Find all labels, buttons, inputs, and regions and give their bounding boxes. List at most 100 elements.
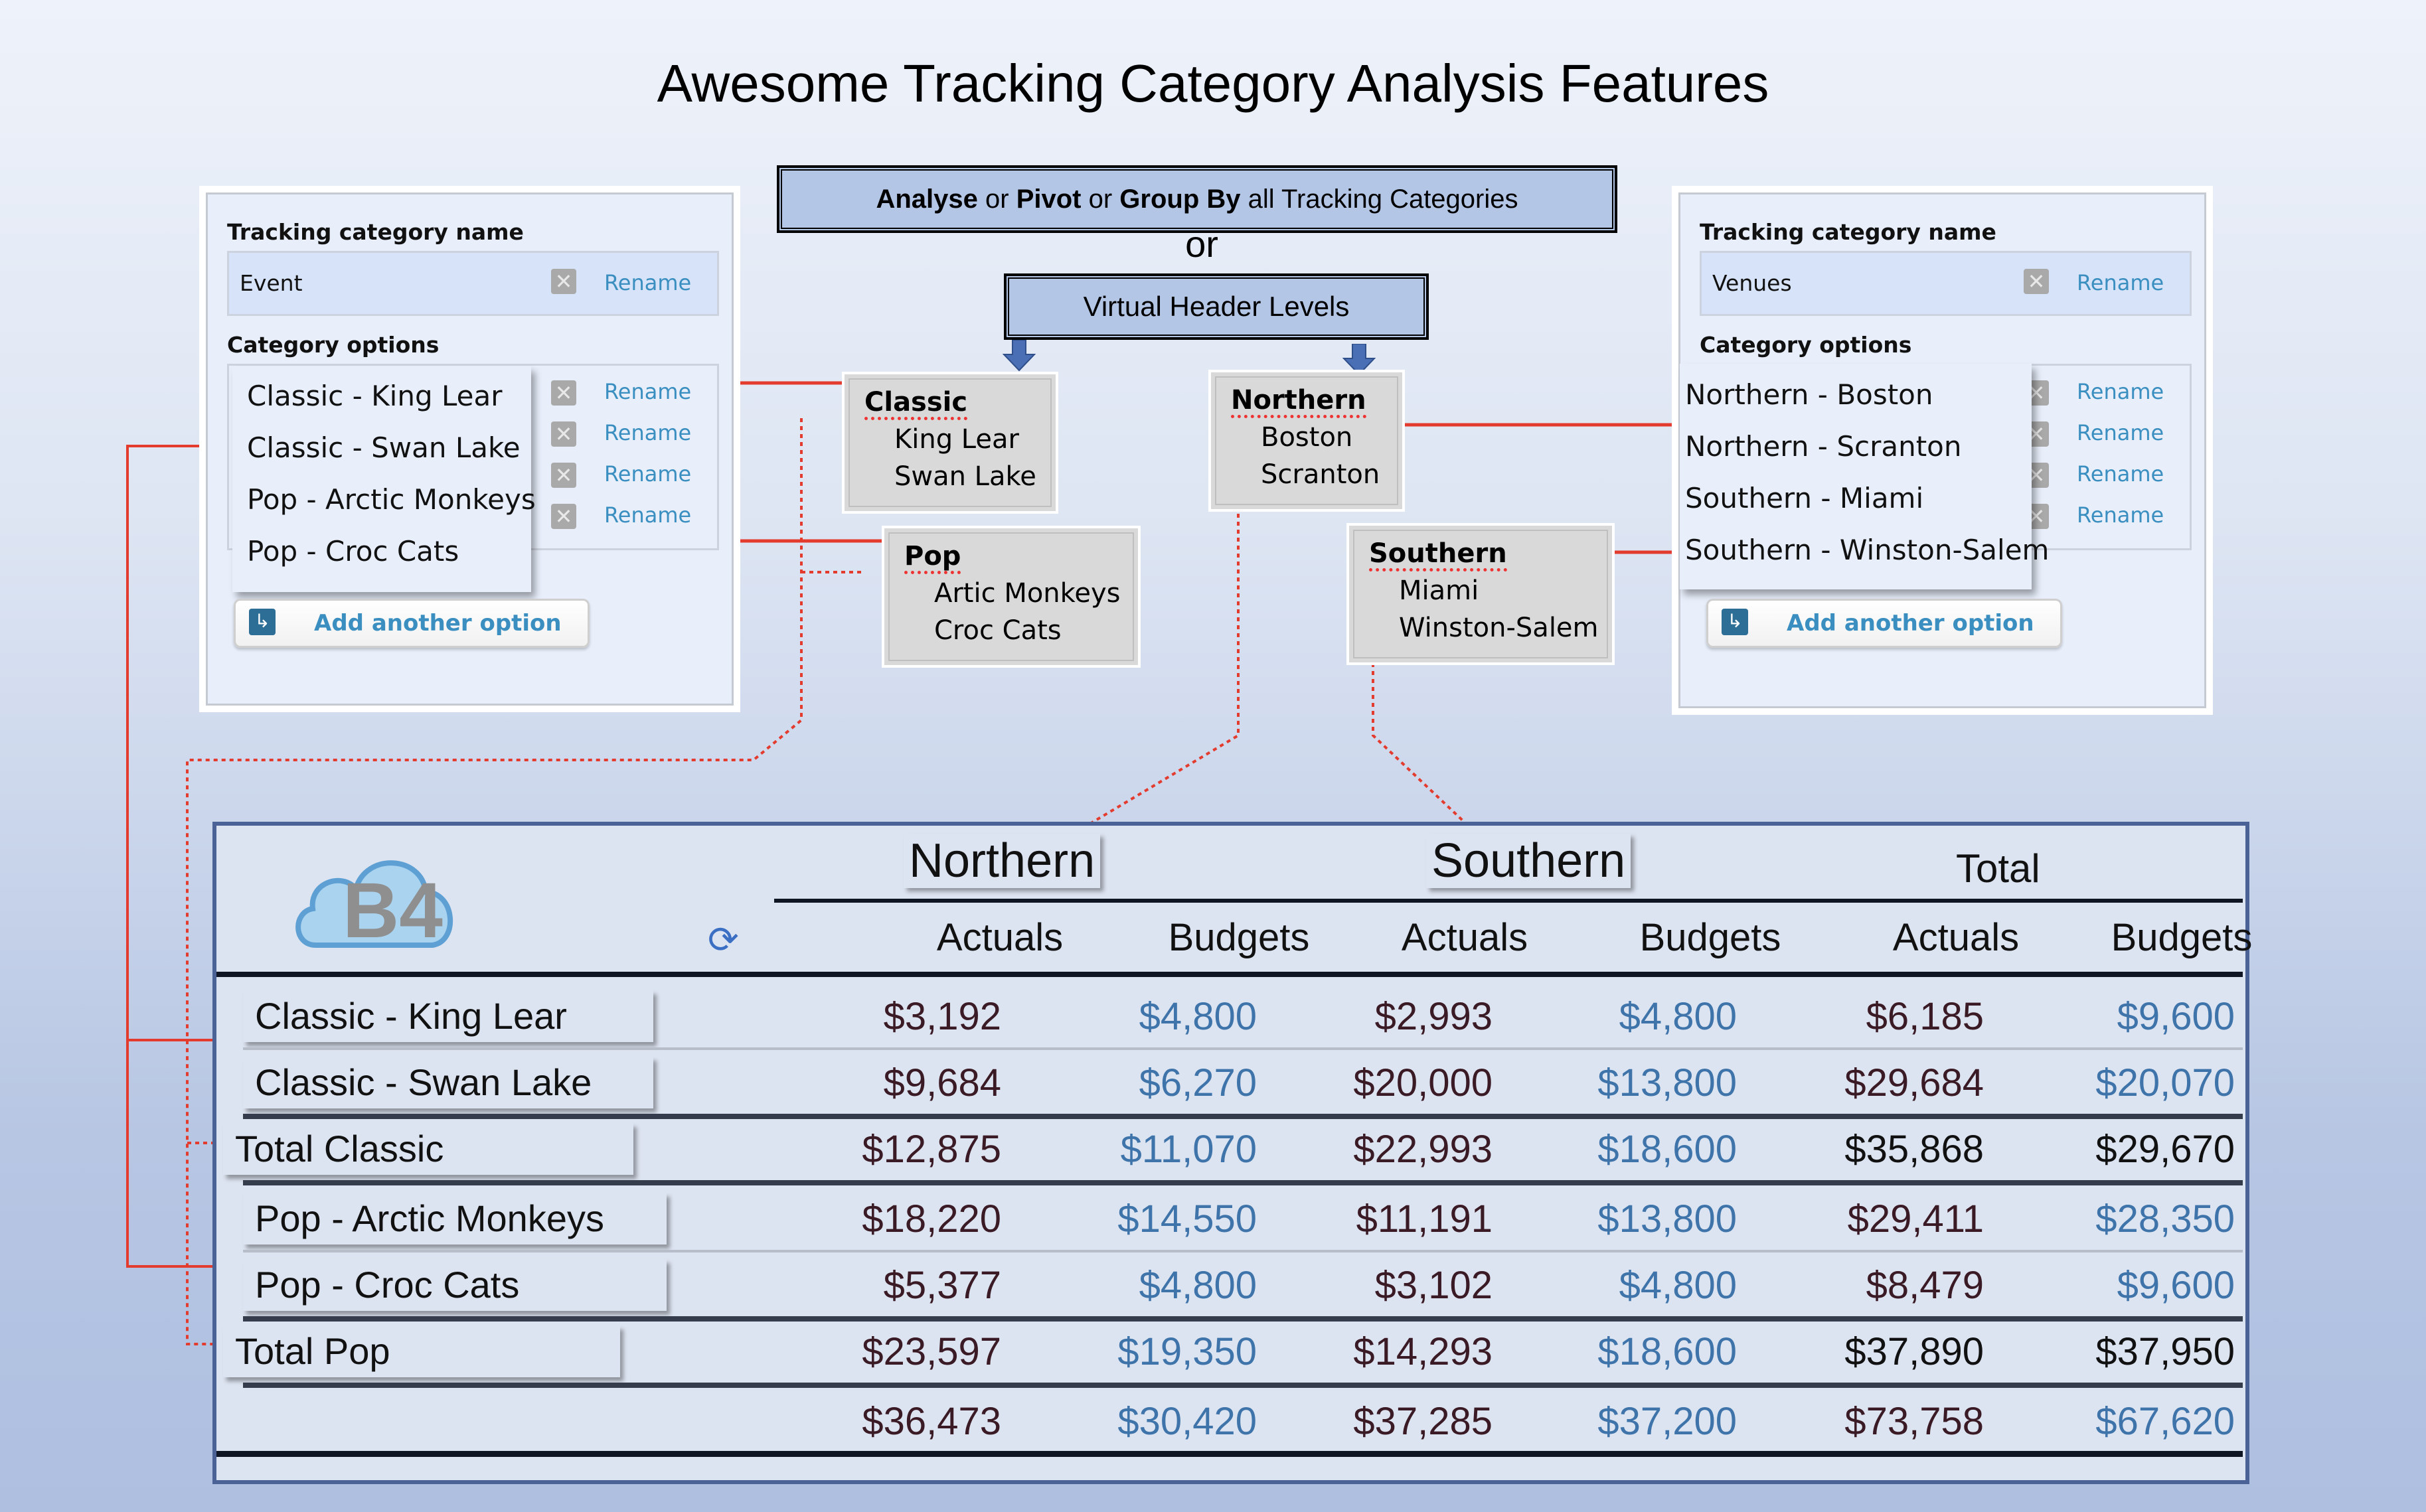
budget-cell: $37,200 [1597, 1400, 1737, 1443]
rename-option-link[interactable]: Rename [2077, 461, 2164, 487]
row-label[interactable]: Classic - King Lear [243, 990, 653, 1042]
rename-option-link[interactable]: Rename [604, 379, 691, 404]
rename-option-link[interactable]: Rename [604, 420, 691, 445]
actual-cell: $37,285 [1353, 1400, 1493, 1443]
budget-cell: $9,600 [2117, 1264, 2235, 1307]
analyse-keyword: Analyse [876, 185, 978, 214]
divider [774, 899, 2243, 903]
divider [216, 972, 2243, 977]
add-option-button[interactable]: ↳ Add another option [1706, 599, 2062, 648]
subtotal-row: Total Pop $23,597 $19,350 $14,293 $18,600 $37… [216, 1320, 2243, 1381]
actual-cell: $22,993 [1353, 1128, 1493, 1171]
tracking-name-label: Tracking category name [227, 219, 524, 245]
row-divider [243, 1250, 2243, 1252]
budget-cell: $18,600 [1597, 1330, 1737, 1373]
row-label[interactable]: Total Classic [223, 1123, 633, 1175]
tracking-name-field[interactable]: Event ✕ Rename [227, 251, 719, 316]
rename-option-link[interactable]: Rename [604, 461, 691, 487]
actual-cell: $35,868 [1844, 1128, 1984, 1171]
logo-text: B4 [343, 867, 443, 954]
actual-cell: $8,479 [1866, 1264, 1984, 1307]
budget-cell: $6,270 [1139, 1061, 1257, 1104]
budget-cell: $19,350 [1117, 1330, 1257, 1373]
left-tracking-panel: Tracking category name Event ✕ Rename Ca… [199, 186, 740, 712]
b4-logo-icon: B4 [295, 860, 453, 954]
table-row: Pop - Croc Cats $5,377 $4,800 $3,102 $4,800 $… [216, 1254, 2243, 1315]
row-divider [243, 1180, 2243, 1185]
option-item[interactable]: Southern - Winston-Salem [1685, 534, 2049, 566]
delete-option-icon[interactable]: ✕ [551, 504, 576, 529]
add-option-button[interactable]: ↳ Add another option [234, 599, 590, 648]
group-item: Swan Lake [894, 461, 1036, 492]
category-options-label: Category options [1700, 332, 1912, 358]
down-arrow-icon [1003, 340, 1036, 372]
budget-cell: $18,600 [1597, 1128, 1737, 1171]
tracking-name-value: Venues [1712, 270, 1792, 296]
or-label: or [1185, 223, 1218, 265]
option-item[interactable]: Classic - Swan Lake [247, 431, 521, 464]
actual-cell: $36,473 [862, 1400, 1001, 1443]
options-dropdown: Classic - King Lear Classic - Swan Lake … [232, 366, 536, 592]
option-item[interactable]: Pop - Croc Cats [247, 535, 459, 567]
header-southern: Southern [1426, 834, 1631, 888]
option-item[interactable]: Pop - Arctic Monkeys [247, 483, 536, 516]
column-header-actuals: Actuals [1892, 916, 2020, 959]
group-item: Scranton [1261, 459, 1380, 490]
actual-cell: $37,890 [1844, 1330, 1984, 1373]
delete-option-icon[interactable]: ✕ [551, 421, 576, 447]
budget-cell: $28,350 [2095, 1197, 2235, 1241]
clear-icon[interactable]: ✕ [551, 269, 576, 294]
group-box-southern: Southern Miami Winston-Salem [1346, 523, 1615, 665]
rename-option-link[interactable]: Rename [2077, 379, 2164, 404]
options-dropdown: Northern - Boston Northern - Scranton So… [1680, 364, 2049, 589]
budget-cell: $20,070 [2095, 1061, 2235, 1104]
actual-cell: $6,185 [1866, 995, 1984, 1038]
category-options-label: Category options [227, 332, 440, 358]
delete-option-icon[interactable]: ✕ [551, 380, 576, 406]
group-heading: Southern [1369, 539, 1507, 571]
header-northern: Northern [904, 834, 1101, 888]
budget-cell: $4,800 [1619, 995, 1737, 1038]
group-heading: Pop [904, 542, 961, 574]
rename-link[interactable]: Rename [2077, 270, 2164, 295]
budget-cell: $4,800 [1139, 995, 1257, 1038]
rename-link[interactable]: Rename [604, 270, 691, 295]
analyse-text: all Tracking Categories [1240, 185, 1518, 214]
grand-total-row: $36,473 $30,420 $37,285 $37,200 $73,758 $67,6… [216, 1390, 2243, 1451]
group-item: Artic Monkeys [934, 578, 1121, 609]
rename-option-link[interactable]: Rename [2077, 502, 2164, 528]
group-item: Croc Cats [934, 615, 1062, 646]
analyse-text: or [1081, 185, 1120, 214]
row-label[interactable]: Pop - Arctic Monkeys [243, 1193, 667, 1245]
report-table: B4 ⟳ Northern Southern Total Actuals Budg… [212, 822, 2252, 1484]
group-item: King Lear [894, 424, 1019, 455]
rename-option-link[interactable]: Rename [2077, 420, 2164, 445]
actual-cell: $2,993 [1374, 995, 1493, 1038]
row-label[interactable]: Total Pop [223, 1325, 620, 1377]
option-item[interactable]: Northern - Scranton [1685, 430, 1961, 463]
page-title: Awesome Tracking Category Analysis Featu… [657, 54, 1769, 113]
analyse-text: or [977, 185, 1016, 214]
group-box-northern: Northern Boston Scranton [1208, 370, 1405, 512]
column-header-actuals: Actuals [936, 916, 1064, 959]
row-label[interactable]: Classic - Swan Lake [243, 1057, 653, 1108]
refresh-icon[interactable]: ⟳ [708, 919, 739, 962]
row-label[interactable]: Pop - Croc Cats [243, 1259, 667, 1311]
group-item: Miami [1399, 575, 1479, 606]
group-heading: Northern [1231, 386, 1366, 418]
option-item[interactable]: Classic - King Lear [247, 380, 502, 412]
add-arrow-icon: ↳ [1722, 609, 1748, 635]
delete-option-icon[interactable]: ✕ [551, 463, 576, 488]
group-box-classic: Classic King Lear Swan Lake [842, 372, 1058, 514]
clear-icon[interactable]: ✕ [2024, 269, 2049, 294]
option-item[interactable]: Northern - Boston [1685, 378, 1933, 411]
rename-option-link[interactable]: Rename [604, 502, 691, 528]
tracking-name-field[interactable]: Venues ✕ Rename [1700, 251, 2192, 316]
column-header-budgets: Budgets [1639, 916, 1781, 959]
virtual-header-levels-box: Virtual Header Levels [1005, 275, 1427, 339]
option-item[interactable]: Southern - Miami [1685, 482, 1923, 514]
budget-cell: $67,620 [2095, 1400, 2235, 1443]
budget-cell: $37,950 [2095, 1330, 2235, 1373]
actual-cell: $9,684 [883, 1061, 1001, 1104]
budget-cell: $11,070 [1120, 1128, 1257, 1171]
